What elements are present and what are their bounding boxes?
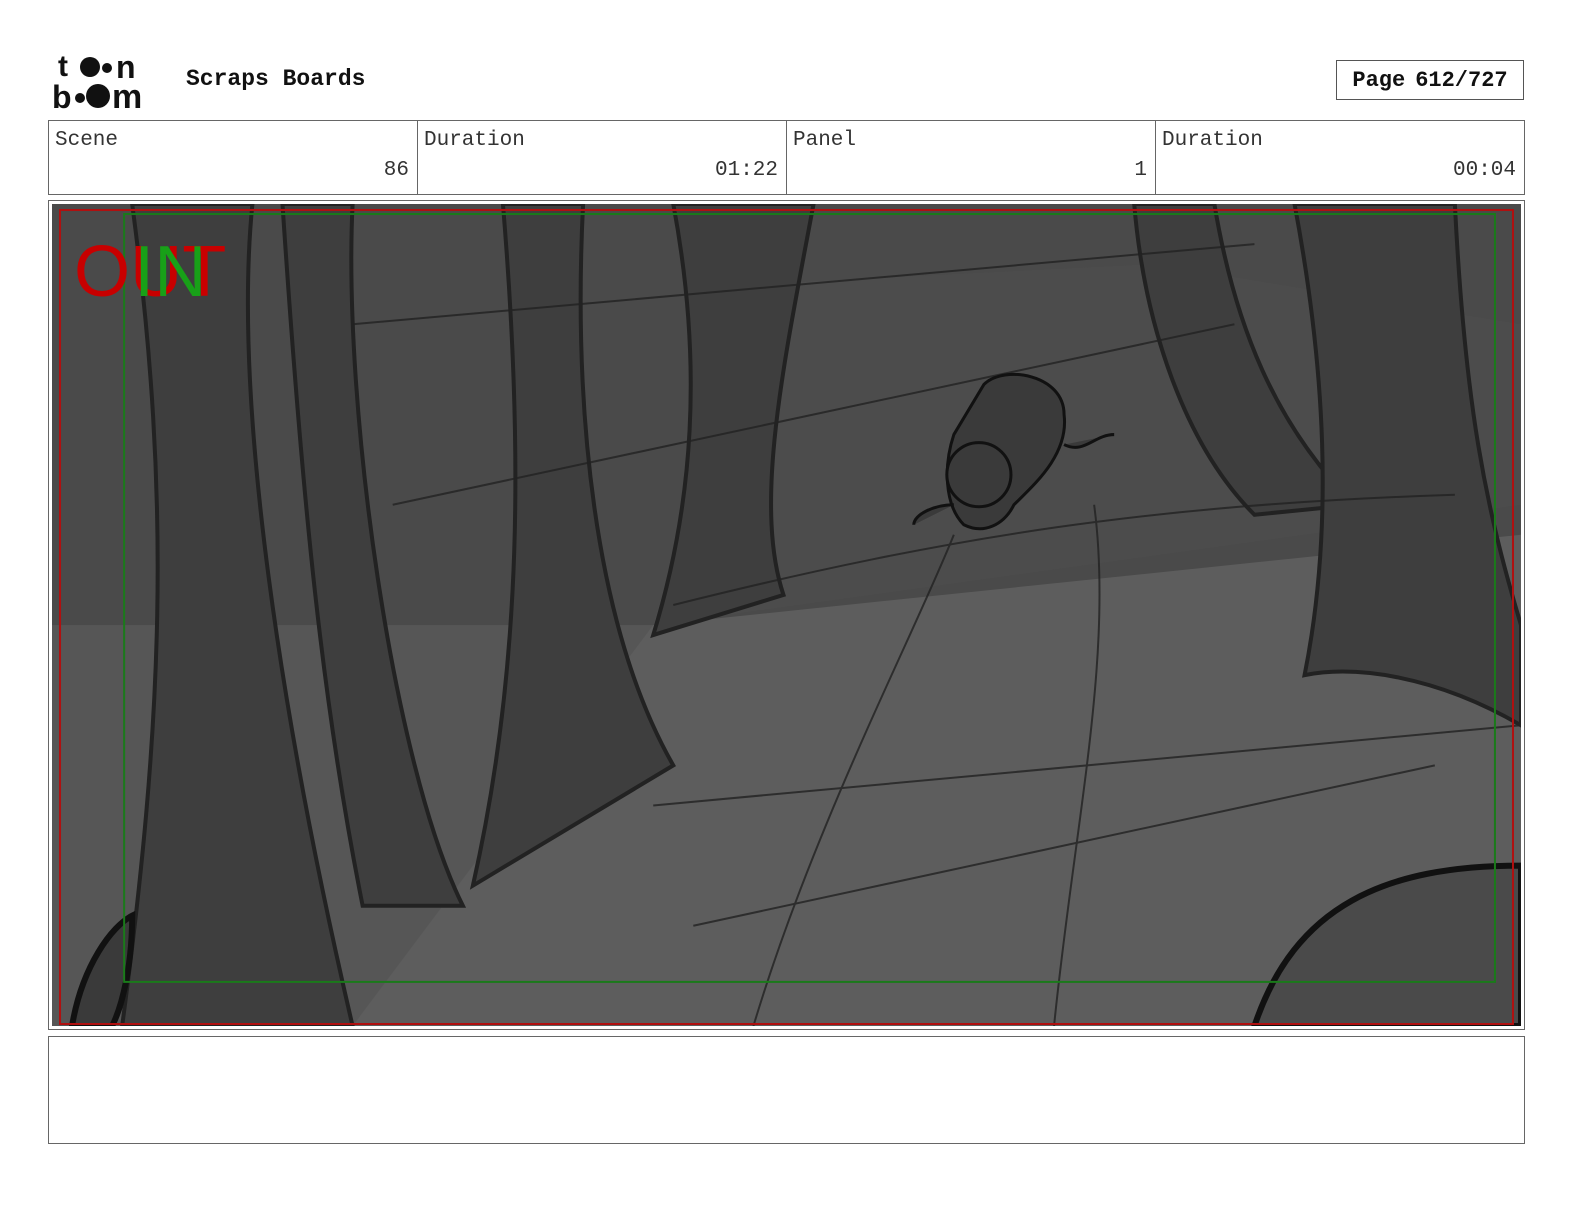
page-number: 612/727 [1415,67,1508,93]
svg-text:b: b [52,79,72,112]
in-marker: IN [134,232,206,312]
scene-cell: Scene 86 [49,121,417,194]
panel-value: 1 [1134,159,1147,182]
scene-value: 86 [383,159,409,182]
scene-duration-cell: Duration 01:22 [417,121,786,194]
project-title: Scraps Boards [186,66,366,92]
panel-duration-value: 00:04 [1452,159,1516,182]
scene-duration-label: Duration [424,129,525,152]
panel-label: Panel [793,129,857,152]
scene-label: Scene [55,129,119,152]
page-indicator: Page 612/727 [1336,60,1524,100]
page-label: Page [1352,67,1406,93]
storyboard-panel-image: OUT IN [52,204,1521,1026]
panel-info-bar: Scene 86 Duration 01:22 Panel 1 Duration… [48,120,1525,195]
toon-boom-logo: t n b m [52,50,142,112]
panel-duration-cell: Duration 00:04 [1155,121,1524,194]
scene-duration-value: 01:22 [714,159,778,182]
panel-cell: Panel 1 [786,121,1155,194]
svg-text:m: m [112,78,142,112]
storyboard-panel-frame: OUT IN [48,200,1525,1030]
panel-duration-label: Duration [1162,129,1263,152]
panel-notes [48,1036,1525,1144]
